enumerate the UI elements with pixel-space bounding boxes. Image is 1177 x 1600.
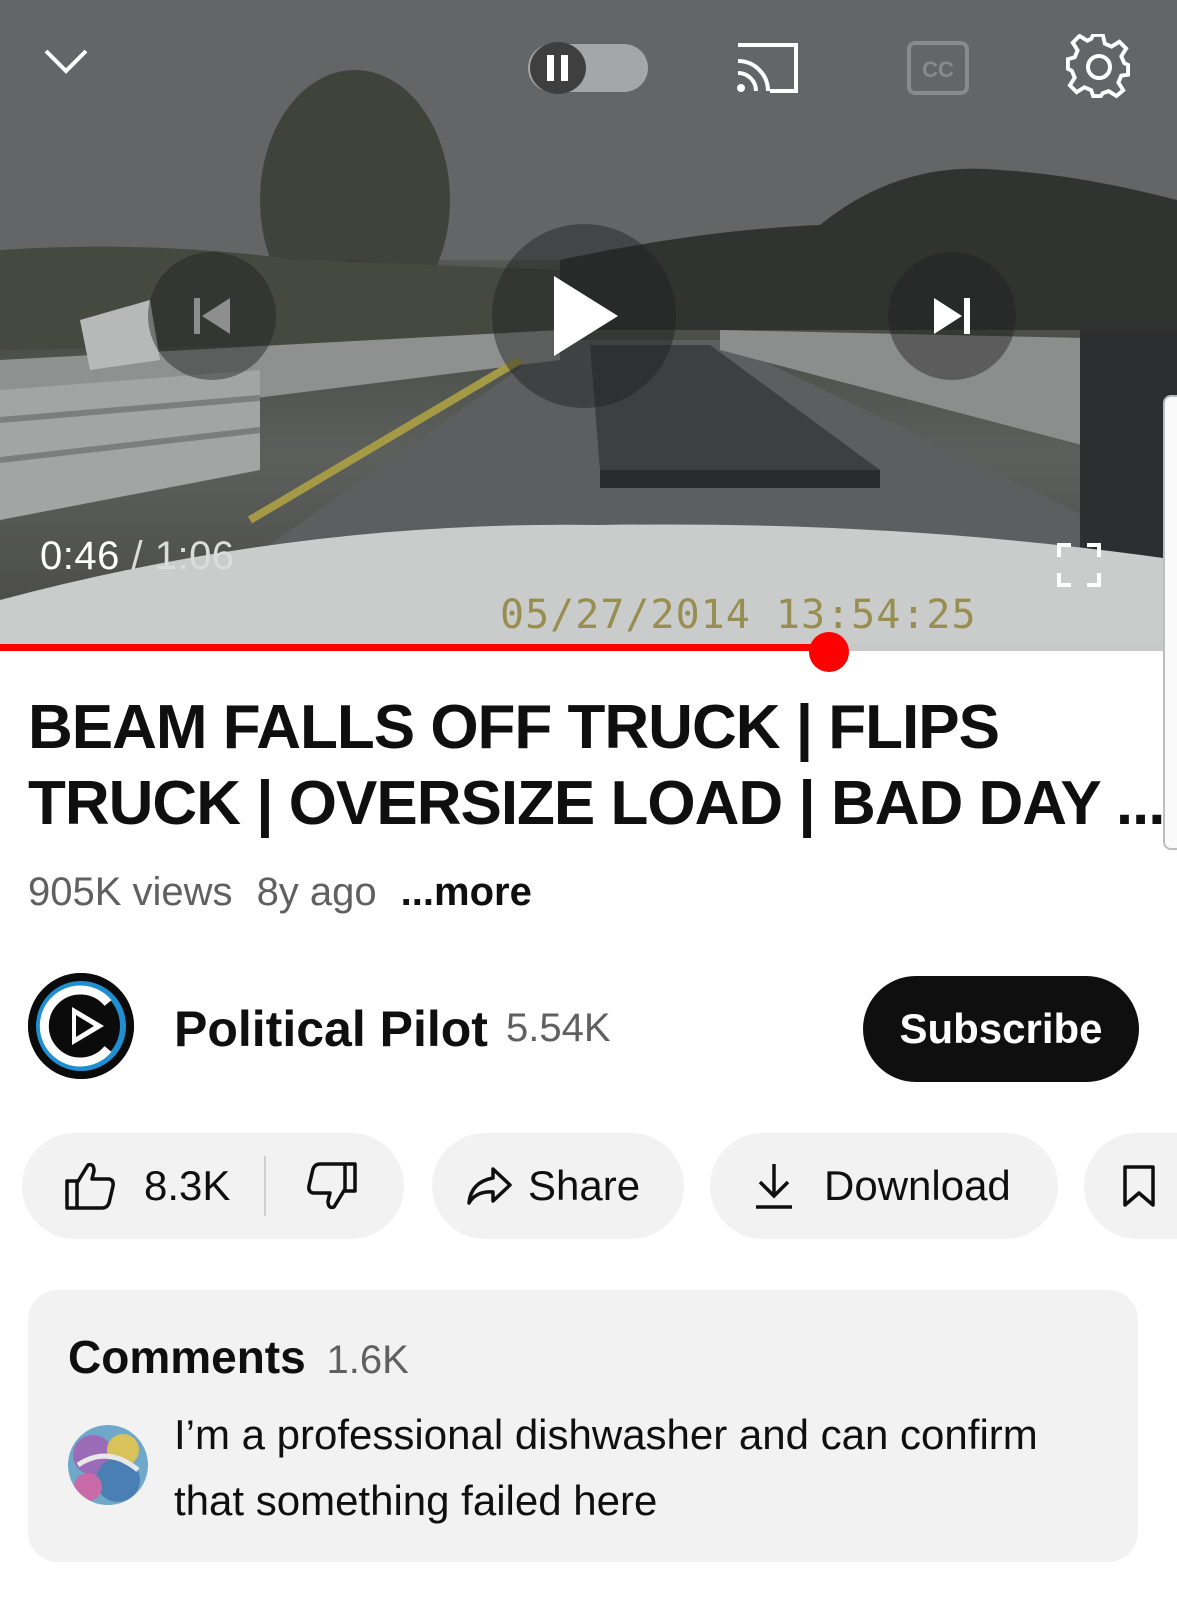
settings-button[interactable] — [1064, 32, 1134, 102]
duration: 1:06 — [154, 534, 235, 578]
video-meta[interactable]: 905K views 8y ago ...more — [28, 870, 532, 915]
commenter-avatar-image — [68, 1425, 148, 1505]
scroll-indicator[interactable] — [1163, 395, 1177, 850]
top-comment-text: I’m a professional dishwasher and can co… — [174, 1411, 1038, 1524]
time-readout: 0:46 / 1:06 — [40, 534, 235, 579]
view-count: 905K views — [28, 870, 233, 914]
like-divider — [264, 1156, 267, 1216]
comments-count: 1.6K — [326, 1338, 409, 1382]
cast-button[interactable] — [730, 38, 804, 98]
progress-played — [0, 644, 819, 651]
video-player[interactable]: CC 0:46 / 1:06 05/27/2014 13:54:25 — [0, 0, 1177, 650]
settings-icon — [1066, 34, 1131, 99]
minimize-button[interactable] — [36, 36, 96, 86]
share-icon — [467, 1167, 512, 1205]
channel-name[interactable]: Political Pilot — [174, 1000, 488, 1058]
video-title[interactable]: BEAM FALLS OFF TRUCK | FLIPS TRUCK | OVE… — [28, 690, 1166, 842]
play-button[interactable] — [492, 224, 676, 408]
previous-button[interactable] — [148, 252, 276, 380]
autoplay-toggle[interactable] — [528, 42, 648, 94]
previous-icon — [194, 298, 230, 334]
like-count[interactable]: 8.3K — [144, 1162, 230, 1210]
video-title-line-2: TRUCK | OVERSIZE LOAD | BAD DAY ... — [28, 769, 1166, 838]
captions-icon: CC — [907, 41, 969, 95]
bookmark-icon — [1123, 1165, 1155, 1207]
next-icon — [934, 298, 970, 334]
thumbs-up-icon[interactable] — [64, 1161, 116, 1211]
download-label: Download — [824, 1162, 1011, 1209]
thumbs-down-icon[interactable] — [306, 1161, 358, 1211]
play-icon — [554, 276, 618, 356]
commenter-avatar[interactable] — [68, 1425, 148, 1505]
like-dislike-group: 8.3K — [22, 1133, 404, 1239]
next-button[interactable] — [888, 252, 1016, 380]
video-title-line-1: BEAM FALLS OFF TRUCK | FLIPS — [28, 693, 1000, 762]
channel-logo — [28, 973, 134, 1079]
share-label: Share — [528, 1162, 641, 1209]
progress-scrubber[interactable] — [809, 632, 849, 672]
current-time: 0:46 — [40, 534, 120, 578]
captions-button[interactable]: CC — [906, 40, 970, 96]
comments-header: Comments 1.6K — [68, 1330, 409, 1384]
chevron-down-icon — [44, 49, 88, 74]
pause-icon — [530, 42, 586, 94]
more-link[interactable]: ...more — [401, 870, 532, 915]
upload-age: 8y ago — [256, 870, 377, 914]
save-button[interactable] — [1084, 1133, 1177, 1239]
svg-text:CC: CC — [922, 57, 954, 82]
progress-bar[interactable] — [0, 644, 1177, 651]
comments-title: Comments — [68, 1331, 306, 1383]
share-button[interactable]: Share — [432, 1133, 684, 1239]
download-icon — [756, 1164, 792, 1209]
fullscreen-icon — [1057, 543, 1101, 587]
comments-panel[interactable]: Comments 1.6K I’m a professional dishwas… — [28, 1290, 1138, 1562]
cast-icon — [737, 43, 798, 93]
fullscreen-button[interactable] — [1054, 540, 1104, 590]
download-button[interactable]: Download — [710, 1133, 1058, 1239]
timestamp-overlay: 05/27/2014 13:54:25 — [500, 592, 977, 638]
subscribe-button[interactable]: Subscribe — [863, 976, 1139, 1082]
channel-avatar[interactable] — [28, 973, 134, 1079]
time-separator: / — [119, 534, 155, 578]
subscriber-count: 5.54K — [506, 1006, 611, 1050]
